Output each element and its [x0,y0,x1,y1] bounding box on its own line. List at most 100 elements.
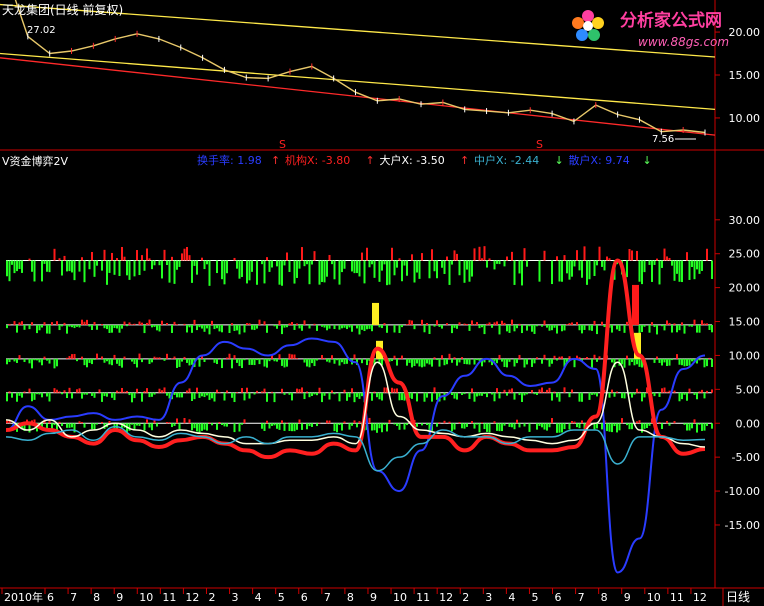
histogram-down-bar [191,392,193,401]
histogram-up-bar [76,389,78,393]
histogram-down-bar [91,358,93,365]
histogram-down-bar [241,260,243,277]
histogram-down-bar [291,392,293,401]
histogram-up-bar [148,258,151,261]
histogram-up-bar [488,322,491,325]
histogram-down-bar [238,423,241,432]
histogram-down-bar [151,260,153,270]
histogram-down-bar [51,423,53,429]
histogram-down-bar [411,358,413,368]
histogram-up-bar [101,421,103,424]
histogram-up-bar [278,354,281,359]
histogram-down-bar [366,358,368,366]
histogram-up-bar [156,357,158,359]
histogram-down-bar [396,423,398,426]
histogram-up-bar [393,355,396,359]
histogram-down-bar [496,358,498,364]
histogram-down-bar [613,423,616,427]
histogram-up-bar [43,356,46,359]
histogram-down-bar [563,324,566,331]
histogram-down-bar [423,358,426,367]
histogram-down-bar [113,260,116,275]
histogram-down-bar [513,423,516,430]
histogram-down-bar [316,392,318,396]
histogram-down-bar [643,324,646,327]
histogram-down-bar [158,260,161,266]
histogram-up-bar [578,357,581,359]
histogram-down-bar [178,423,181,430]
histogram-down-bar [411,392,413,399]
histogram-down-bar [393,423,396,425]
histogram-down-bar [548,423,551,428]
histogram-down-bar [506,324,508,332]
histogram-down-bar [93,392,96,398]
histogram-down-bar [303,358,306,363]
histogram-down-bar [203,423,206,430]
histogram-down-bar [43,260,46,264]
s-signal-marker: S [536,138,543,151]
histogram-down-bar [478,392,481,396]
histogram-up-bar [248,323,251,325]
histogram-up-bar [173,356,176,359]
histogram-down-bar [561,260,563,282]
histogram-down-bar [221,260,223,280]
histogram-down-bar [333,392,336,395]
histogram-up-bar [163,249,166,261]
histogram-down-bar [556,324,558,334]
histogram-up-bar [183,323,186,325]
histogram-down-bar [76,358,78,362]
histogram-up-bar [583,357,586,359]
histogram-down-bar [93,423,96,430]
histogram-down-bar [711,260,713,279]
histogram-down-bar [86,358,88,368]
histogram-down-bar [483,392,486,394]
histogram-down-bar [596,260,598,266]
stock-chart-canvas[interactable]: 20.0015.0010.00 S S 7.56 天龙集团(日线 前复权) 27… [0,0,764,606]
histogram-down-bar [338,392,341,402]
histogram-down-bar [368,260,371,268]
histogram-up-bar [196,387,198,393]
histogram-up-bar [21,321,23,325]
histogram-up-bar [78,388,81,393]
histogram-down-bar [701,423,703,431]
histogram-down-bar [418,260,421,279]
histogram-down-bar [396,260,398,268]
histogram-up-bar [523,248,526,261]
histogram-down-bar [658,260,661,285]
histogram-up-bar [288,323,291,325]
histogram-down-bar [696,260,698,270]
histogram-down-bar [243,392,246,401]
histogram-down-bar [116,324,118,329]
histogram-up-bar [243,419,246,424]
histogram-up-bar [543,391,546,393]
histogram-down-bar [528,423,531,432]
histogram-down-bar [638,260,641,282]
histogram-down-bar [301,324,303,331]
histogram-down-bar [543,423,546,430]
histogram-up-bar [668,257,671,261]
histogram-down-bar [443,358,446,366]
histogram-down-bar [231,392,233,398]
histogram-down-bar [641,423,643,433]
histogram-up-bar [138,353,141,359]
histogram-down-bar [421,358,423,368]
histogram-down-bar [361,358,363,364]
histogram-down-bar [281,358,283,366]
histogram-up-bar [343,421,346,424]
histogram-up-bar [478,246,481,261]
histogram-up-bar [463,323,466,325]
histogram-down-bar [466,423,468,427]
histogram-down-bar [203,260,206,270]
histogram-down-bar [658,358,661,363]
histogram-up-bar [161,320,163,325]
histogram-down-bar [41,324,43,328]
histogram-down-bar [381,260,383,271]
histogram-up-bar [131,324,133,325]
histogram-down-bar [513,324,516,332]
histogram-up-bar [271,391,273,393]
histogram-down-bar [568,260,571,280]
histogram-up-bar [58,258,61,261]
histogram-up-bar [93,321,96,325]
histogram-down-bar [46,392,48,397]
histogram-up-bar [563,255,566,261]
